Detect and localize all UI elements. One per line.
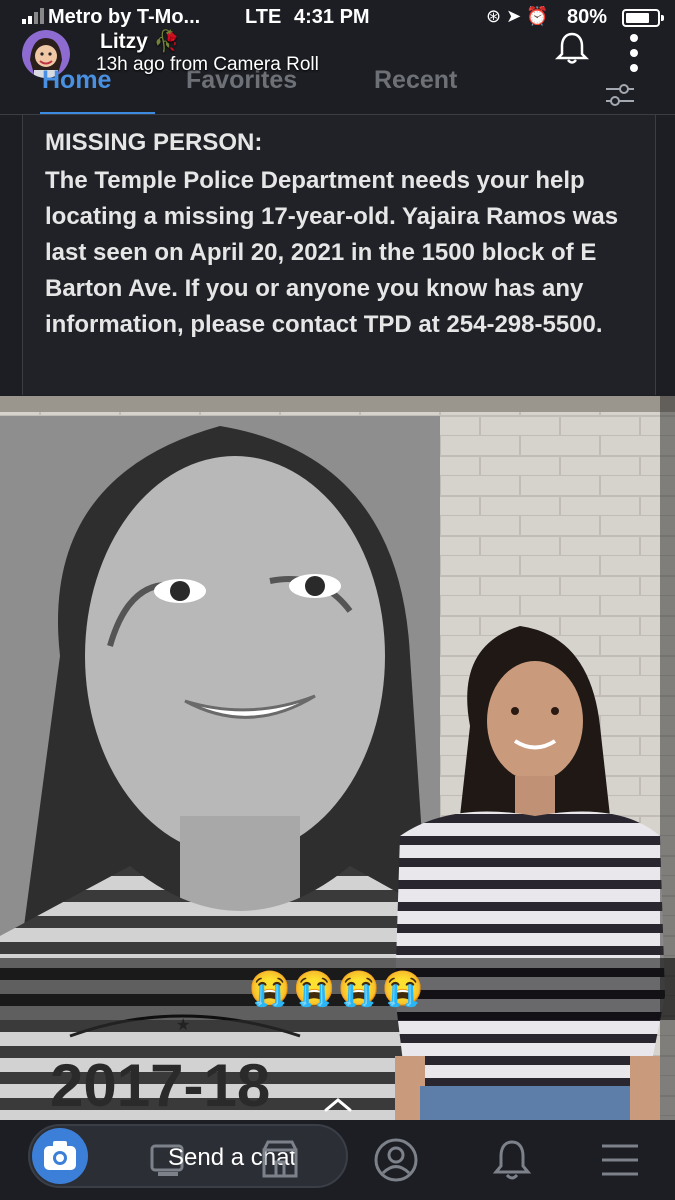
- profile-icon[interactable]: [372, 1136, 420, 1184]
- chevron-up-icon[interactable]: [322, 1094, 354, 1114]
- bottom-bar: Send a chat: [0, 1120, 675, 1200]
- notifications-icon[interactable]: [488, 1136, 536, 1184]
- bell-icon[interactable]: [554, 30, 590, 66]
- camera-icon: [44, 1141, 76, 1170]
- post-title: MISSING PERSON:: [45, 129, 263, 156]
- shop-icon[interactable]: [256, 1136, 304, 1184]
- story-username[interactable]: Litzy 🥀: [100, 30, 180, 54]
- post-body: The Temple Police Department needs your …: [45, 167, 619, 338]
- banner-year-text: 2017-18: [50, 1052, 270, 1119]
- tab-recent[interactable]: Recent: [374, 66, 457, 95]
- camera-button[interactable]: [32, 1128, 88, 1184]
- more-options-icon[interactable]: [630, 34, 640, 84]
- filter-icon[interactable]: [602, 80, 638, 110]
- post-card: MISSING PERSON: The Temple Police Depart…: [22, 115, 656, 395]
- rose-emoji: 🥀: [153, 30, 180, 53]
- snap-caption: 😭😭😭😭: [0, 958, 675, 1020]
- story-timestamp: 13h ago from Camera Roll: [96, 54, 319, 75]
- story-header: Home Favorites Recent Litzy 🥀 13h ago fr…: [0, 20, 675, 115]
- menu-icon[interactable]: [596, 1136, 644, 1184]
